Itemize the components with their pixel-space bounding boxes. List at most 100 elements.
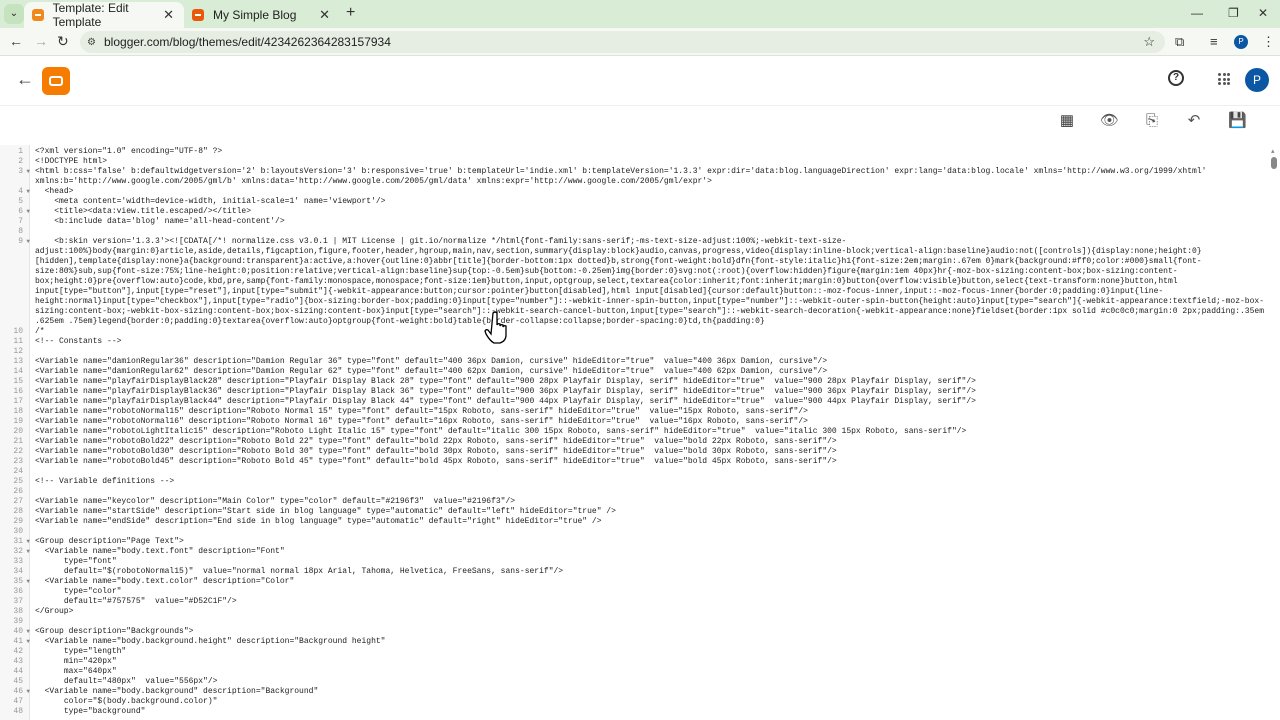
- code-line[interactable]: 9 ▼ <b:skin version='1.3.3'><![CDATA[/*! …: [0, 237, 1268, 327]
- code-text[interactable]: [30, 617, 1268, 627]
- close-tab-icon[interactable]: ✕: [163, 7, 174, 23]
- code-text[interactable]: <Variable name="body.background" descrip…: [30, 687, 1268, 697]
- code-text[interactable]: default="480px" value="556px"/>: [30, 677, 1268, 687]
- code-text[interactable]: /*: [30, 327, 1268, 337]
- code-line[interactable]: 30: [0, 527, 1268, 537]
- code-line[interactable]: 19 <Variable name="robotoNormal16" descri…: [0, 417, 1268, 427]
- site-info-icon[interactable]: ⚙: [87, 37, 96, 48]
- fold-toggle-icon[interactable]: ▼: [26, 627, 30, 637]
- code-text[interactable]: type="background": [30, 707, 1268, 717]
- code-line[interactable]: 33 type="font": [0, 557, 1268, 567]
- code-line[interactable]: 14 <Variable name="damionRegular62" descr…: [0, 367, 1268, 377]
- code-lines[interactable]: 1 <?xml version="1.0" encoding="UTF-8" ?>…: [0, 147, 1268, 717]
- fold-toggle-icon[interactable]: ▼: [26, 237, 30, 247]
- fold-toggle-icon[interactable]: ▼: [26, 577, 30, 587]
- code-line[interactable]: 7 <b:include data='blog' name='all-head-…: [0, 217, 1268, 227]
- code-text[interactable]: type="font": [30, 557, 1268, 567]
- code-text[interactable]: <!DOCTYPE html>: [30, 157, 1268, 167]
- code-text[interactable]: [30, 487, 1268, 497]
- code-text[interactable]: <?xml version="1.0" encoding="UTF-8" ?>: [30, 147, 1268, 157]
- code-text[interactable]: <Variable name="robotoNormal15" descript…: [30, 407, 1268, 417]
- code-line[interactable]: 31 ▼ <Group description="Page Text">: [0, 537, 1268, 547]
- profile-avatar[interactable]: P: [1234, 35, 1248, 49]
- editor-scrollbar[interactable]: ▲: [1270, 145, 1278, 720]
- code-line[interactable]: 40 ▼ <Group description="Backgrounds">: [0, 627, 1268, 637]
- close-tab-icon[interactable]: ✕: [319, 7, 330, 23]
- preview-icon[interactable]: 👁: [1100, 112, 1119, 130]
- restore-icon[interactable]: ❐: [1228, 6, 1239, 20]
- forward-icon[interactable]: →: [34, 33, 48, 49]
- code-line[interactable]: 35 ▼ <Variable name="body.text.color" des…: [0, 577, 1268, 587]
- code-line[interactable]: 16 <Variable name="playfairDisplayBlack36…: [0, 387, 1268, 397]
- fold-toggle-icon[interactable]: ▼: [26, 687, 30, 697]
- code-text[interactable]: <html b:css='false' b:defaultwidgetversi…: [30, 167, 1268, 187]
- fold-toggle-icon[interactable]: ▼: [26, 207, 30, 217]
- code-line[interactable]: 46 ▼ <Variable name="body.background" des…: [0, 687, 1268, 697]
- code-text[interactable]: [30, 347, 1268, 357]
- code-line[interactable]: 18 <Variable name="robotoNormal15" descri…: [0, 407, 1268, 417]
- tab-search-button[interactable]: ⌄: [4, 4, 24, 24]
- code-line[interactable]: 3 ▼ <html b:css='false' b:defaultwidgetver…: [0, 167, 1268, 187]
- code-text[interactable]: <head>: [30, 187, 1268, 197]
- code-line[interactable]: 28 <Variable name="startSide" description…: [0, 507, 1268, 517]
- code-text[interactable]: type="color": [30, 587, 1268, 597]
- browser-menu-icon[interactable]: ⋮: [1262, 34, 1275, 50]
- code-text[interactable]: <Variable name="playfairDisplayBlack28" …: [30, 377, 1268, 387]
- code-line[interactable]: 6 ▼ <title><data:view.title.escaped/></ti…: [0, 207, 1268, 217]
- code-text[interactable]: <Variable name="playfairDisplayBlack36" …: [30, 387, 1268, 397]
- fold-toggle-icon[interactable]: ▼: [26, 167, 30, 177]
- code-line[interactable]: 20 <Variable name="robotoLightItalic15" d…: [0, 427, 1268, 437]
- code-text[interactable]: <Variable name="robotoBold45" descriptio…: [30, 457, 1268, 467]
- code-line[interactable]: 4 ▼ <head>: [0, 187, 1268, 197]
- code-text[interactable]: <b:include data='blog' name='all-head-co…: [30, 217, 1268, 227]
- code-text[interactable]: <Variable name="startSide" description="…: [30, 507, 1268, 517]
- code-line[interactable]: 29 <Variable name="endSide" description="…: [0, 517, 1268, 527]
- code-text[interactable]: <Variable name="robotoLightItalic15" des…: [30, 427, 1268, 437]
- code-text[interactable]: <meta content='width=device-width, initi…: [30, 197, 1268, 207]
- code-line[interactable]: 1 <?xml version="1.0" encoding="UTF-8" ?>: [0, 147, 1268, 157]
- layout-icon[interactable]: ▦: [1058, 112, 1076, 130]
- code-text[interactable]: <Variable name="body.background.height" …: [30, 637, 1268, 647]
- minimize-icon[interactable]: —: [1191, 6, 1203, 20]
- code-line[interactable]: 5 <meta content='width=device-width, ini…: [0, 197, 1268, 207]
- code-text[interactable]: <Variable name="damionRegular36" descrip…: [30, 357, 1268, 367]
- code-line[interactable]: 34 default="$(robotoNormal15)" value="no…: [0, 567, 1268, 577]
- save-icon[interactable]: 💾: [1228, 112, 1247, 130]
- code-line[interactable]: 47 color="$(body.background.color)": [0, 697, 1268, 707]
- code-line[interactable]: 2 <!DOCTYPE html>: [0, 157, 1268, 167]
- close-window-icon[interactable]: ✕: [1258, 6, 1268, 20]
- code-line[interactable]: 25 <!-- Variable definitions -->: [0, 477, 1268, 487]
- code-line[interactable]: 41 ▼ <Variable name="body.background.heig…: [0, 637, 1268, 647]
- code-text[interactable]: min="420px": [30, 657, 1268, 667]
- code-text[interactable]: <Variable name="robotoBold30" descriptio…: [30, 447, 1268, 457]
- back-arrow-icon[interactable]: ←: [16, 69, 34, 90]
- code-line[interactable]: 27 <Variable name="keycolor" description=…: [0, 497, 1268, 507]
- code-line[interactable]: 32 ▼ <Variable name="body.text.font" desc…: [0, 547, 1268, 557]
- code-line[interactable]: 36 type="color": [0, 587, 1268, 597]
- fold-toggle-icon[interactable]: ▼: [26, 537, 30, 547]
- code-line[interactable]: 39: [0, 617, 1268, 627]
- fold-toggle-icon[interactable]: ▼: [26, 637, 30, 647]
- code-text[interactable]: <Variable name="playfairDisplayBlack44" …: [30, 397, 1268, 407]
- code-text[interactable]: <Variable name="body.text.color" descrip…: [30, 577, 1268, 587]
- code-text[interactable]: color="$(body.background.color)": [30, 697, 1268, 707]
- code-text[interactable]: <Variable name="endSide" description="En…: [30, 517, 1268, 527]
- code-text[interactable]: <title><data:view.title.escaped/></title…: [30, 207, 1268, 217]
- code-line[interactable]: 45 default="480px" value="556px"/>: [0, 677, 1268, 687]
- code-text[interactable]: <Variable name="damionRegular62" descrip…: [30, 367, 1268, 377]
- code-text[interactable]: <Group description="Page Text">: [30, 537, 1268, 547]
- code-text[interactable]: max="640px": [30, 667, 1268, 677]
- url-input[interactable]: ⚙ blogger.com/blog/themes/edit/423426236…: [80, 31, 1165, 53]
- code-line[interactable]: 24: [0, 467, 1268, 477]
- code-text[interactable]: </Group>: [30, 607, 1268, 617]
- code-line[interactable]: 44 max="640px": [0, 667, 1268, 677]
- code-text[interactable]: <!-- Constants -->: [30, 337, 1268, 347]
- code-text[interactable]: default="#757575" value="#D52C1F"/>: [30, 597, 1268, 607]
- code-line[interactable]: 21 <Variable name="robotoBold22" descript…: [0, 437, 1268, 447]
- code-line[interactable]: 15 <Variable name="playfairDisplayBlack28…: [0, 377, 1268, 387]
- code-line[interactable]: 22 <Variable name="robotoBold30" descript…: [0, 447, 1268, 457]
- blogger-logo[interactable]: [42, 67, 70, 95]
- apps-grid-icon[interactable]: [1218, 73, 1230, 85]
- code-text[interactable]: <b:skin version='1.3.3'><![CDATA[/*! nor…: [30, 237, 1268, 327]
- code-editor[interactable]: 1 <?xml version="1.0" encoding="UTF-8" ?>…: [0, 145, 1280, 720]
